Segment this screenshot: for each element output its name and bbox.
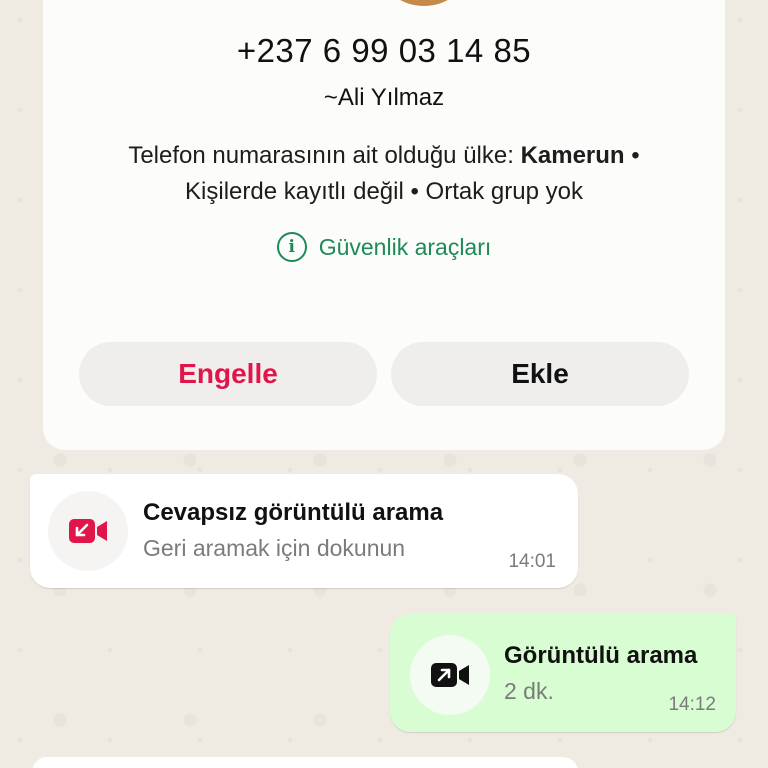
message-time: 14:01 [508,551,556,572]
next-message-bubble[interactable] [32,757,578,768]
contact-status-line: Kişilerde kayıtlı değil • Ortak grup yok [185,178,583,205]
missed-video-call-glyph [69,519,107,543]
contact-alias: ~Ali Yılmaz [323,84,445,111]
info-icon: i [276,232,307,262]
call-title: Cevapsız görüntülü arama [143,499,444,526]
country-name: Kamerun [520,142,625,169]
unknown-contact-card: +237 6 99 03 14 85 ~Ali Yılmaz Telefon n… [43,0,725,450]
outgoing-video-call-message[interactable]: Görüntülü arama 2 dk. 14:12 [390,614,736,732]
missed-video-call-icon [48,491,128,571]
contact-avatar[interactable] [374,0,474,6]
security-tools-link[interactable]: i Güvenlik araçları [43,232,725,262]
security-tools-label: Güvenlik araçları [318,233,492,260]
missed-video-call-message[interactable]: Cevapsız görüntülü arama Geri aramak içi… [30,474,578,588]
call-title: Görüntülü arama [504,642,698,669]
country-prefix: Telefon numarasının ait olduğu ülke: [128,142,521,169]
call-subtitle: Geri aramak için dokunun [143,535,406,561]
add-contact-button[interactable]: Ekle [391,342,689,406]
outgoing-video-call-icon [410,635,490,715]
outgoing-video-call-glyph [431,663,469,687]
call-duration: 2 dk. [504,678,554,704]
contact-phone-number: +237 6 99 03 14 85 [236,32,532,69]
contact-info-text: Telefon numarasının ait olduğu ülke: Kam… [43,138,725,210]
block-button[interactable]: Engelle [79,342,377,406]
country-line: Telefon numarasının ait olduğu ülke: Kam… [128,142,640,169]
message-time: 14:12 [668,694,716,715]
